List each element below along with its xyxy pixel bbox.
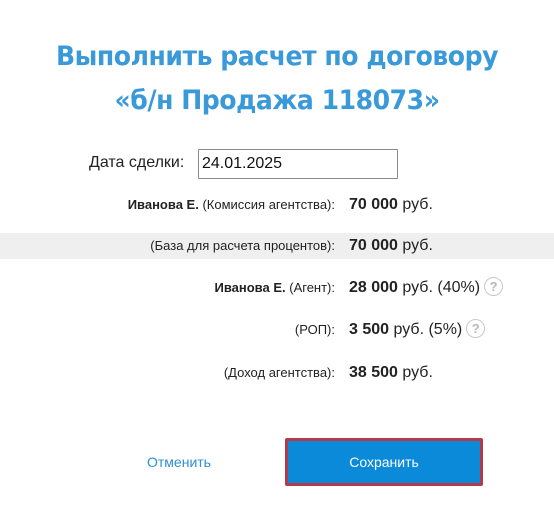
commission-person-name: Иванова Е. — [127, 197, 199, 212]
rop-percent: (5%) — [428, 321, 463, 338]
deal-date-label: Дата сделки: — [89, 154, 185, 171]
agent-help-icon[interactable]: ? — [484, 277, 504, 297]
percent-base-caption: (База для расчета процентов): — [150, 238, 335, 253]
agency-income-value: 38 500 руб. — [349, 360, 433, 386]
agency-income-currency: руб. — [402, 364, 433, 381]
percent-base-amount: 70 000 — [349, 237, 398, 254]
agent-row: Иванова Е. (Агент): 28 000 руб. (40%)? — [0, 275, 554, 301]
agent-percent: (40%) — [437, 279, 481, 296]
page-title-line-1: Выполнить расчет по договору — [55, 41, 499, 72]
commission-label: Иванова Е. (Комиссия агентства): — [128, 192, 335, 218]
percent-base-row: (База для расчета процентов): 70 000 руб… — [0, 233, 554, 259]
commission-value: 70 000 руб. — [349, 192, 433, 218]
page-title-line-2: «б/н Продажа 118073» — [114, 85, 440, 116]
rop-label: (РОП): — [295, 317, 335, 343]
agent-label: Иванова Е. (Агент): — [214, 275, 335, 301]
commission-amount: 70 000 — [349, 196, 398, 213]
rop-help-icon[interactable]: ? — [466, 319, 486, 339]
deal-date-input[interactable] — [198, 149, 398, 179]
agency-income-label: (Доход агентства): — [224, 360, 335, 386]
agency-income-row: (Доход агентства): 38 500 руб. — [0, 360, 554, 386]
agency-income-caption: (Доход агентства): — [223, 365, 335, 380]
percent-base-currency: руб. — [402, 237, 433, 254]
cancel-link[interactable]: Отменить — [147, 454, 211, 470]
agent-person-name: Иванова Е. — [214, 280, 286, 295]
commission-row: Иванова Е. (Комиссия агентства): 70 000 … — [0, 192, 554, 218]
agent-amount: 28 000 — [349, 279, 398, 296]
agency-income-amount: 38 500 — [349, 364, 398, 381]
rop-amount: 3 500 — [349, 321, 390, 338]
agent-caption: (Агент): — [289, 280, 335, 295]
percent-base-value: 70 000 руб. — [349, 233, 433, 259]
percent-base-label: (База для расчета процентов): — [150, 233, 335, 259]
rop-currency: руб. — [393, 321, 425, 338]
agent-currency: руб. — [402, 279, 433, 296]
agent-value: 28 000 руб. (40%)? — [349, 275, 504, 301]
rop-caption: (РОП): — [294, 322, 335, 337]
rop-value: 3 500 руб. (5%)? — [349, 317, 486, 343]
save-button[interactable]: Сохранить — [285, 438, 483, 486]
commission-currency: руб. — [402, 196, 433, 213]
commission-caption: (Комиссия агентства): — [202, 197, 335, 212]
rop-row: (РОП): 3 500 руб. (5%)? — [0, 317, 554, 343]
